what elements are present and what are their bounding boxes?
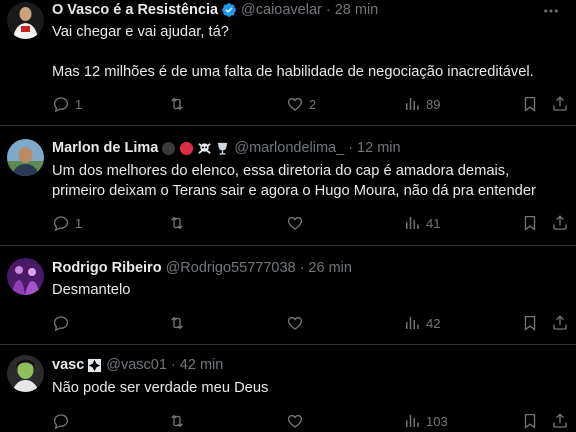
author-name[interactable]: vasc	[52, 355, 84, 375]
goblet-icon	[218, 142, 228, 155]
share-button[interactable]	[551, 94, 569, 114]
heart-icon	[287, 316, 303, 330]
tweet-text: Não pode ser verdade meu Deus	[52, 380, 269, 396]
heart-icon	[287, 216, 303, 230]
timestamp[interactable]: 26 min	[308, 258, 352, 278]
author-name[interactable]: Marlon de Lima	[52, 138, 158, 158]
avatar[interactable]	[7, 2, 44, 39]
heart-icon	[287, 97, 303, 111]
retweet-icon	[171, 316, 183, 330]
like-button[interactable]: 2	[286, 94, 316, 114]
like-button[interactable]	[286, 213, 309, 233]
separator: ·	[170, 357, 176, 373]
share-icon	[553, 215, 567, 230]
separator: ·	[299, 260, 305, 276]
retweet-button[interactable]	[168, 94, 191, 114]
bookmark-button[interactable]	[521, 94, 539, 114]
like-count: 2	[309, 96, 317, 112]
reply-button[interactable]: 1	[52, 94, 82, 114]
view-count: 89	[426, 96, 441, 112]
author-handle[interactable]: @caioavelar	[241, 0, 322, 20]
tweet[interactable]: Rodrigo Ribeiro @Rodrigo55777038 · 26 mi…	[0, 246, 576, 344]
views-button[interactable]: 89	[403, 94, 440, 114]
black-circle-icon	[162, 141, 176, 155]
share-icon	[553, 315, 567, 330]
reply-icon	[53, 216, 69, 232]
views-icon	[406, 98, 419, 110]
bookmark-button[interactable]	[521, 411, 539, 431]
retweet-icon	[171, 216, 183, 230]
bookmark-icon	[524, 413, 536, 429]
action-bar: 103	[52, 411, 567, 431]
reply-icon	[53, 97, 69, 113]
reply-count: 1	[75, 215, 83, 231]
author-handle[interactable]: @vasc01	[106, 355, 167, 375]
reply-button[interactable]: 1	[52, 213, 82, 233]
share-icon	[553, 413, 567, 428]
heart-icon	[287, 414, 303, 428]
separator: ·	[348, 140, 354, 156]
author-handle[interactable]: @marlondelima_	[234, 138, 344, 158]
share-button[interactable]	[551, 411, 569, 431]
action-bar: 1 2 89	[52, 94, 567, 114]
timestamp[interactable]: 42 min	[180, 355, 224, 375]
author-handle[interactable]: @Rodrigo55777038	[166, 258, 296, 278]
tweet[interactable]: Marlon de Lima @marlondelima_ · 12 min U…	[0, 126, 576, 245]
action-bar: 42	[52, 313, 567, 333]
view-count: 42	[426, 315, 441, 331]
share-button[interactable]	[551, 213, 569, 233]
red-circle-icon	[180, 141, 194, 155]
retweet-button[interactable]	[168, 411, 191, 431]
like-button[interactable]	[286, 313, 309, 333]
more-options-icon[interactable]	[542, 2, 560, 20]
separator: ·	[325, 2, 331, 18]
view-count: 41	[426, 215, 441, 231]
tweet-text: Vai chegar e vai ajudar, tá? Mas 12 milh…	[52, 24, 534, 80]
avatar[interactable]	[7, 139, 44, 176]
views-icon	[406, 415, 419, 427]
tweet-text: Um dos melhores do elenco, essa diretori…	[52, 163, 536, 199]
avatar[interactable]	[7, 258, 44, 295]
share-button[interactable]	[551, 313, 569, 333]
retweet-button[interactable]	[168, 313, 191, 333]
views-button[interactable]: 41	[403, 213, 440, 233]
views-icon	[406, 317, 419, 329]
view-count: 103	[426, 413, 448, 429]
reply-button[interactable]	[52, 411, 75, 431]
avatar[interactable]	[7, 355, 44, 392]
views-button[interactable]: 42	[403, 313, 440, 333]
action-bar: 1 41	[52, 213, 567, 233]
tweet[interactable]: vasc @vasc01 · 42 min Não pode ser verda…	[0, 345, 576, 432]
bookmark-button[interactable]	[521, 213, 539, 233]
reply-button[interactable]	[52, 313, 75, 333]
bookmark-icon	[524, 215, 536, 231]
retweet-icon	[171, 97, 183, 111]
reply-count: 1	[75, 96, 83, 112]
timestamp[interactable]: 28 min	[335, 0, 379, 20]
reply-icon	[53, 414, 69, 430]
like-button[interactable]	[286, 411, 309, 431]
author-name[interactable]: O Vasco é a Resistência	[52, 0, 218, 20]
share-icon	[553, 96, 567, 111]
skull-crossbones-icon	[198, 142, 212, 154]
author-name[interactable]: Rodrigo Ribeiro	[52, 258, 162, 278]
views-icon	[406, 217, 419, 229]
retweet-icon	[171, 414, 183, 428]
bookmark-icon	[524, 315, 536, 331]
verified-badge-icon	[222, 3, 236, 17]
timestamp[interactable]: 12 min	[357, 138, 401, 158]
views-button[interactable]: 103	[403, 411, 448, 431]
vasco-cross-icon	[88, 358, 102, 372]
retweet-button[interactable]	[168, 213, 191, 233]
bookmark-icon	[524, 96, 536, 112]
tweet[interactable]: O Vasco é a Resistência @caioavelar · 28…	[0, 0, 576, 125]
tweet-text: Desmantelo	[52, 282, 131, 298]
reply-icon	[53, 316, 69, 332]
bookmark-button[interactable]	[521, 313, 539, 333]
